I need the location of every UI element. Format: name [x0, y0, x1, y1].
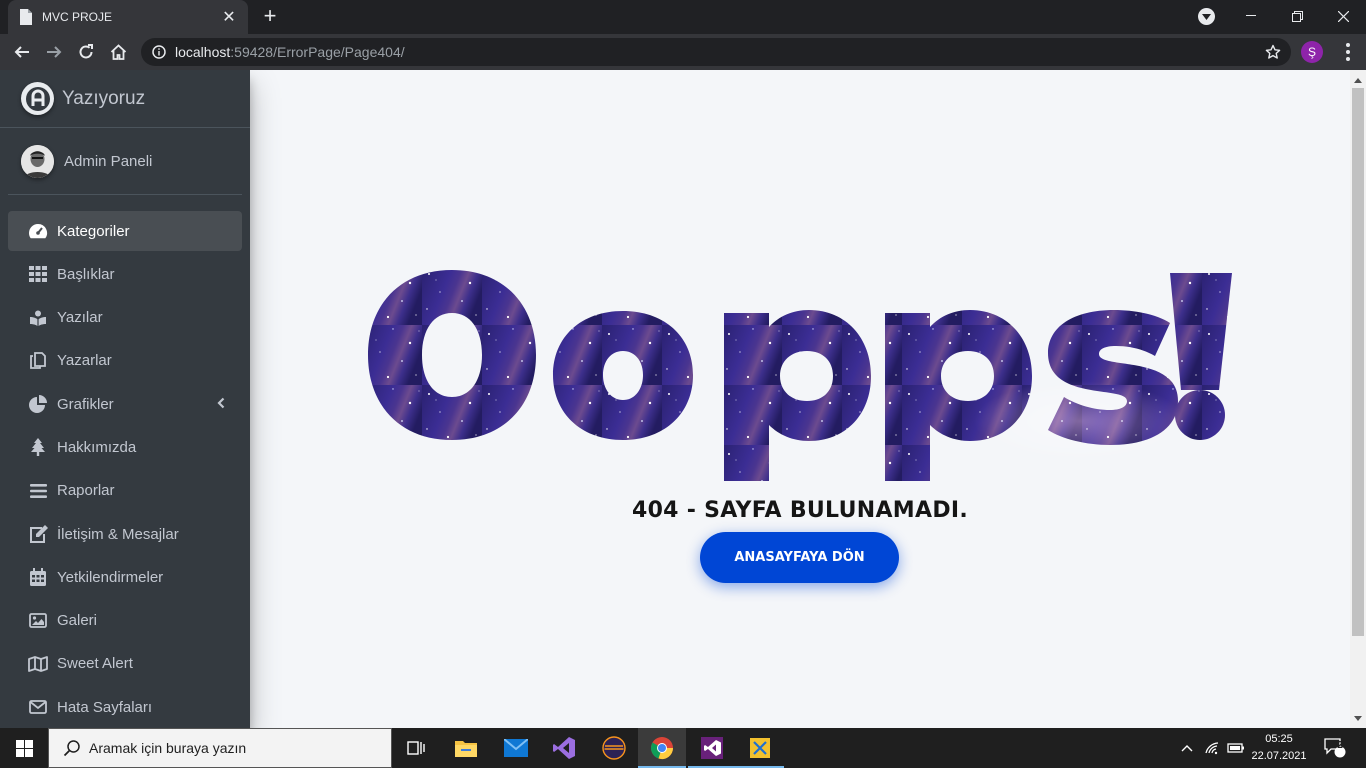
brand-link[interactable]: Yazıyoruz: [0, 70, 250, 128]
file-explorer-icon[interactable]: [442, 728, 490, 768]
eclipse-icon[interactable]: [590, 728, 638, 768]
back-to-home-button[interactable]: ANASAYFAYA DÖN: [700, 532, 899, 583]
scroll-up-icon[interactable]: [1350, 72, 1366, 88]
image-icon: [28, 612, 48, 630]
restore-icon[interactable]: [1274, 0, 1320, 32]
sidebar-item-label: Grafikler: [57, 395, 114, 413]
sidebar-item-hata-sayfalari[interactable]: Hata Sayfaları: [8, 687, 242, 727]
mail-icon[interactable]: [492, 728, 540, 768]
tab-title: MVC PROJE: [42, 10, 113, 24]
user-panel[interactable]: Admin Paneli: [8, 128, 242, 195]
grid-icon: [28, 265, 48, 283]
sidebar-item-label: Sweet Alert: [57, 655, 133, 673]
sidebar-item-label: Hata Sayfaları: [57, 698, 153, 716]
notification-count: 2: [1337, 740, 1343, 751]
copy-icon: [28, 352, 48, 370]
sidebar-item-label: Yazarlar: [57, 352, 112, 370]
browser-menu-icon[interactable]: [1334, 38, 1362, 66]
sidebar-item-label: Galeri: [57, 612, 98, 630]
url-path: :59428/ErrorPage/Page404/: [230, 44, 405, 60]
forward-arrow-icon[interactable]: [40, 38, 68, 66]
scroll-down-icon[interactable]: [1350, 710, 1366, 726]
sidebar-item-label: Raporlar: [57, 482, 115, 500]
minimize-icon[interactable]: [1228, 0, 1274, 32]
reader-icon: [28, 309, 48, 327]
bookmark-star-icon[interactable]: [1263, 42, 1283, 62]
browser-tab[interactable]: MVC PROJE ✕: [8, 0, 248, 34]
sidebar-item-label: Hakkımızda: [57, 438, 137, 456]
browser-tab-strip: MVC PROJE ✕ +: [0, 0, 1366, 34]
system-clock[interactable]: 05:25 22.07.2021: [1244, 731, 1314, 765]
address-bar[interactable]: localhost:59428/ErrorPage/Page404/: [141, 38, 1291, 66]
sidebar-item-galeri[interactable]: Galeri: [8, 601, 242, 641]
chevron-left-icon[interactable]: [214, 396, 228, 410]
bars-icon: [28, 482, 48, 500]
tray-chevron-up-icon[interactable]: [1176, 728, 1198, 768]
pie-chart-icon: [28, 395, 48, 414]
search-placeholder: Aramak için buraya yazın: [89, 740, 247, 756]
tab-search-icon[interactable]: [1198, 8, 1215, 25]
sidebar-item-label: Yetkilendirmeler: [57, 568, 164, 586]
reload-icon[interactable]: [72, 38, 100, 66]
scroll-thumb[interactable]: [1352, 88, 1364, 636]
close-window-icon[interactable]: [1320, 0, 1366, 32]
page-viewport: Yazıyoruz Admin Paneli Kategoriler Başlı…: [0, 70, 1366, 728]
sidebar-item-label: Başlıklar: [57, 265, 115, 283]
avatar: [21, 144, 54, 178]
sidebar-item-label: İletişim & Mesajlar: [57, 525, 179, 543]
sidebar: Yazıyoruz Admin Paneli Kategoriler Başlı…: [0, 70, 250, 728]
brand-text: Yazıyoruz: [62, 87, 146, 109]
back-arrow-icon[interactable]: [8, 38, 36, 66]
windows-start-icon[interactable]: [0, 728, 48, 768]
page-favicon-icon: [18, 9, 34, 25]
sidebar-nav: Kategoriler Başlıklar Yazılar Yazarlar G…: [0, 195, 250, 727]
sidebar-item-sweet-alert[interactable]: Sweet Alert: [8, 644, 242, 684]
oops-headline: [368, 270, 1232, 485]
clock-date: 22.07.2021: [1251, 750, 1307, 762]
wifi-icon[interactable]: [1202, 728, 1224, 768]
visual-studio-icon[interactable]: [540, 728, 588, 768]
calendar-icon: [28, 568, 48, 587]
sidebar-item-yazarlar[interactable]: Yazarlar: [8, 341, 242, 381]
sidebar-item-yetkilendirmeler[interactable]: Yetkilendirmeler: [8, 557, 242, 597]
sidebar-item-basliklar[interactable]: Başlıklar: [8, 254, 242, 294]
brand-logo-icon: [21, 82, 54, 115]
new-tab-button[interactable]: +: [258, 5, 282, 29]
chrome-taskbar-icon[interactable]: [638, 728, 686, 768]
visual-studio-2-icon[interactable]: [688, 728, 736, 768]
error-message: 404 - SAYFA BULUNAMADI.: [631, 498, 969, 523]
sidebar-item-label: Kategoriler: [57, 222, 130, 240]
taskbar: Aramak için buraya yazın 05:25 22.07.202…: [0, 728, 1366, 768]
profile-avatar[interactable]: Ş: [1301, 41, 1323, 63]
tab-close-icon[interactable]: ✕: [220, 8, 238, 26]
taskbar-search-input[interactable]: Aramak için buraya yazın: [48, 728, 392, 768]
site-info-icon[interactable]: [151, 44, 167, 60]
edit-icon: [28, 525, 48, 544]
sidebar-item-kategoriler[interactable]: Kategoriler: [8, 211, 242, 251]
page-scrollbar[interactable]: [1350, 70, 1366, 728]
map-icon: [28, 655, 48, 673]
sidebar-item-iletisim[interactable]: İletişim & Mesajlar: [8, 514, 242, 554]
tree-icon: [28, 438, 48, 457]
url-host: localhost: [175, 44, 231, 60]
snipping-tool-icon[interactable]: [736, 728, 784, 768]
sidebar-item-label: Yazılar: [57, 309, 103, 327]
sidebar-item-grafikler[interactable]: Grafikler: [8, 384, 242, 424]
search-icon: [63, 740, 80, 757]
sidebar-item-hakkimizda[interactable]: Hakkımızda: [8, 427, 242, 467]
sidebar-item-yazilar[interactable]: Yazılar: [8, 298, 242, 338]
clock-time: 05:25: [1265, 733, 1293, 745]
home-icon[interactable]: [104, 38, 132, 66]
sidebar-item-raporlar[interactable]: Raporlar: [8, 471, 242, 511]
notification-center[interactable]: 2: [1320, 728, 1350, 768]
user-name[interactable]: Admin Paneli: [64, 153, 152, 170]
envelope-icon: [28, 698, 48, 716]
error-content: 404 - SAYFA BULUNAMADI. ANASAYFAYA DÖN: [250, 70, 1350, 728]
task-view-icon[interactable]: [392, 728, 440, 768]
browser-toolbar: localhost:59428/ErrorPage/Page404/ Ş: [0, 34, 1366, 70]
tachometer-icon: [28, 222, 48, 240]
